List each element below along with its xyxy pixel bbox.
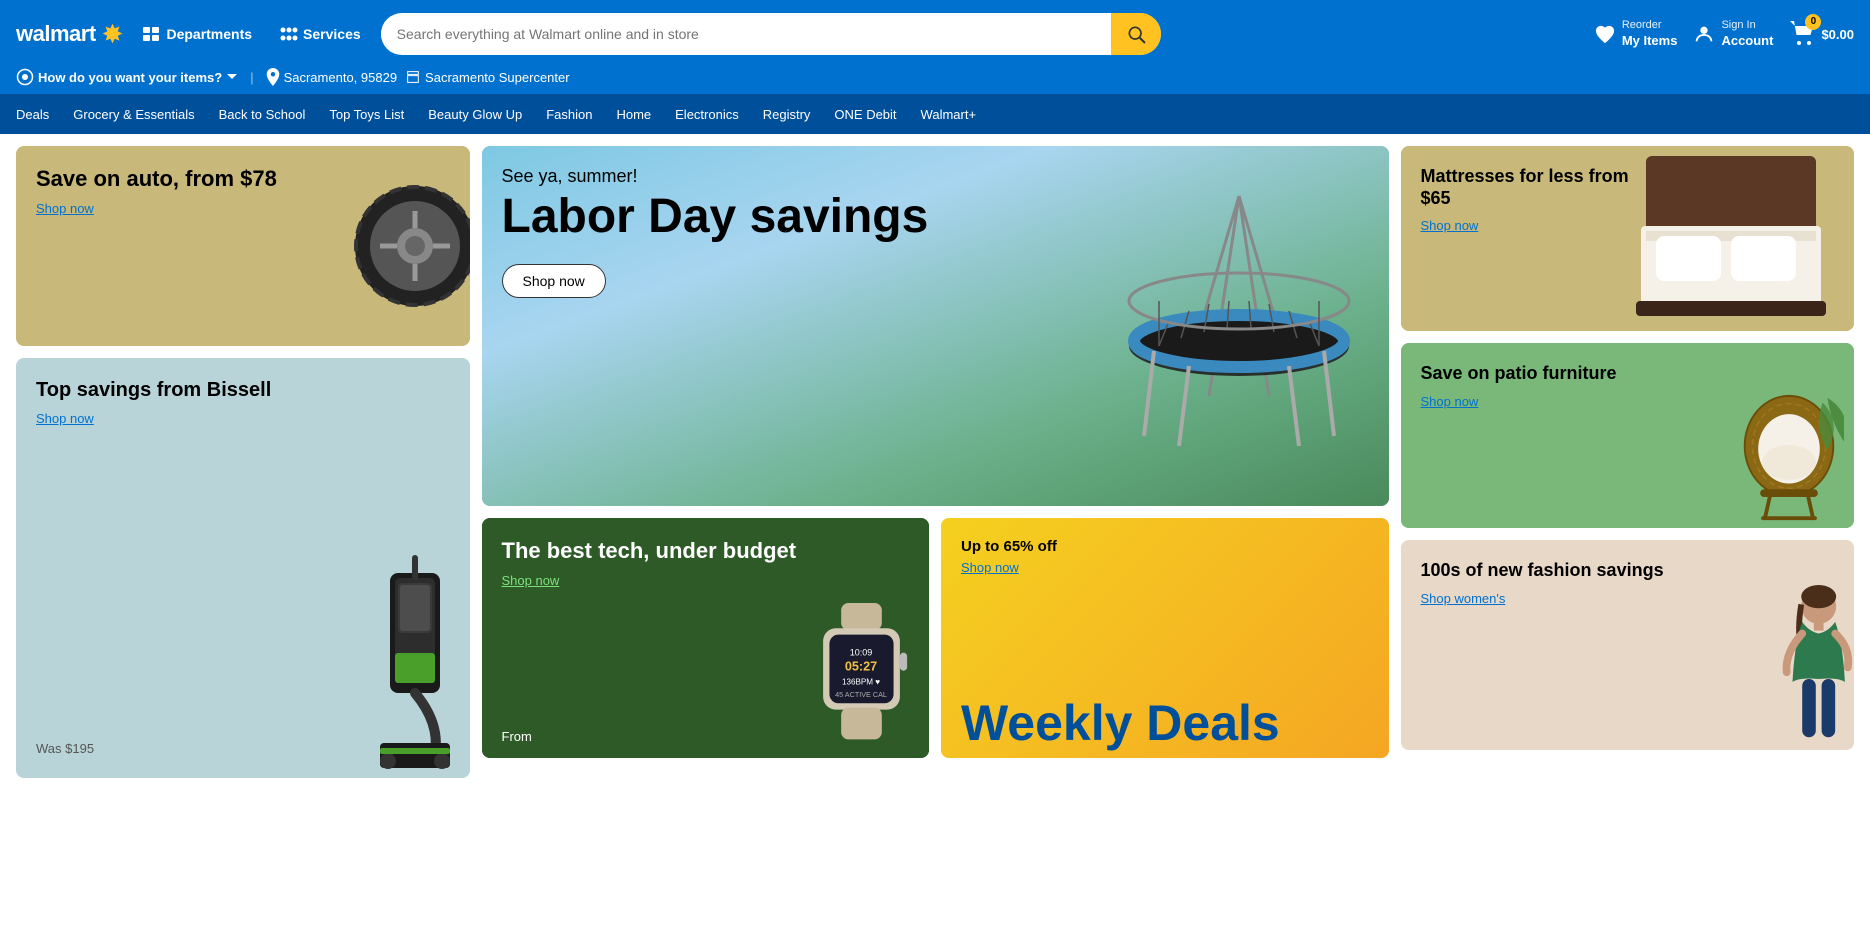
chevron-down-icon: [226, 73, 238, 81]
svg-text:136BPM ♥: 136BPM ♥: [842, 677, 880, 686]
services-button[interactable]: Services: [272, 26, 369, 42]
location-pin-icon: [266, 68, 280, 86]
nav-grocery[interactable]: Grocery & Essentials: [73, 107, 194, 122]
search-input[interactable]: [381, 16, 1111, 52]
mattress-image: [1636, 146, 1854, 331]
svg-text:10:09: 10:09: [850, 647, 873, 657]
logo[interactable]: walmart ✸: [16, 19, 123, 50]
bissell-promo-card[interactable]: Top savings from Bissell Shop now: [16, 358, 470, 778]
main-content: Save on auto, from $78 Shop now: [0, 134, 1870, 790]
tech-card[interactable]: The best tech, under budget Shop now: [482, 518, 930, 758]
labor-day-subtitle: See ya, summer!: [502, 166, 1369, 187]
auto-shop-now-link[interactable]: Shop now: [36, 201, 94, 216]
search-button[interactable]: [1111, 13, 1161, 55]
fashion-person-image: [1764, 585, 1854, 750]
search-icon: [1126, 24, 1146, 44]
patio-chair-image: [1734, 393, 1844, 528]
bissell-shop-now-link[interactable]: Shop now: [36, 411, 94, 426]
patio-title: Save on patio furniture: [1421, 363, 1669, 385]
mattress-card[interactable]: Mattresses for less from $65 Shop now: [1401, 146, 1855, 331]
subheader: How do you want your items? | Sacramento…: [0, 68, 1870, 94]
nav-registry[interactable]: Registry: [763, 107, 811, 122]
store-info[interactable]: Sacramento Supercenter: [405, 69, 570, 85]
center-column: See ya, summer! Labor Day savings Shop n…: [482, 146, 1389, 778]
nav-top-toys[interactable]: Top Toys List: [329, 107, 404, 122]
labor-day-title: Labor Day savings: [502, 191, 1369, 244]
right-column: Mattresses for less from $65 Shop now: [1401, 146, 1855, 778]
cart-button[interactable]: 0 $0.00: [1789, 20, 1854, 49]
weekly-big-text: Weekly Deals: [961, 698, 1379, 748]
nav-home[interactable]: Home: [616, 107, 651, 122]
left-column: Save on auto, from $78 Shop now: [16, 146, 470, 778]
fashion-shop-link[interactable]: Shop women's: [1421, 591, 1506, 606]
auto-promo-card[interactable]: Save on auto, from $78 Shop now: [16, 146, 470, 346]
patio-card[interactable]: Save on patio furniture Shop now: [1401, 343, 1855, 528]
center-bottom-row: The best tech, under budget Shop now: [482, 518, 1389, 758]
main-header: walmart ✸ Departments Services: [0, 0, 1870, 68]
nav-walmart-plus[interactable]: Walmart+: [921, 107, 977, 122]
vacuum-image: [360, 553, 470, 778]
watch-image: 10:09 05:27 136BPM ♥ 45 ACTIVE CAL: [804, 603, 919, 748]
departments-button[interactable]: Departments: [135, 26, 260, 42]
header-actions: Reorder My Items Sign In Account: [1594, 18, 1854, 49]
nav-fashion[interactable]: Fashion: [546, 107, 592, 122]
labor-day-shop-btn[interactable]: Shop now: [502, 264, 606, 298]
departments-grid-icon: [143, 27, 161, 41]
weekly-shop-link[interactable]: Shop now: [961, 560, 1019, 575]
bissell-promo-title: Top savings from Bissell: [36, 378, 450, 402]
fashion-title: 100s of new fashion savings: [1421, 560, 1669, 582]
nav-electronics[interactable]: Electronics: [675, 107, 739, 122]
signin-button[interactable]: Sign In Account: [1693, 18, 1773, 49]
heart-icon: [1594, 24, 1616, 44]
delivery-selector[interactable]: How do you want your items?: [16, 68, 238, 86]
store-icon: [405, 69, 421, 85]
location-info[interactable]: Sacramento, 95829: [266, 68, 397, 86]
services-grid-icon: [280, 27, 298, 41]
weekly-deals-card[interactable]: Up to 65% off Shop now Weekly Deals: [941, 518, 1389, 758]
tech-shop-link[interactable]: Shop now: [502, 573, 560, 588]
fashion-card[interactable]: 100s of new fashion savings Shop women's: [1401, 540, 1855, 750]
nav-back-to-school[interactable]: Back to School: [219, 107, 306, 122]
spark-icon: ✸: [102, 19, 124, 50]
category-navbar: Deals Grocery & Essentials Back to Schoo…: [0, 94, 1870, 134]
mattress-shop-link[interactable]: Shop now: [1421, 218, 1479, 233]
delivery-icon: [16, 68, 34, 86]
labor-day-card[interactable]: See ya, summer! Labor Day savings Shop n…: [482, 146, 1389, 506]
nav-one-debit[interactable]: ONE Debit: [834, 107, 896, 122]
logo-text: walmart: [16, 21, 96, 47]
person-icon: [1693, 23, 1715, 45]
search-bar: [381, 13, 1161, 55]
tire-image: [350, 181, 470, 311]
cart-badge: 0: [1805, 14, 1821, 30]
patio-shop-link[interactable]: Shop now: [1421, 394, 1479, 409]
weekly-discount: Up to 65% off: [961, 538, 1369, 555]
svg-text:45 ACTIVE CAL: 45 ACTIVE CAL: [835, 690, 887, 699]
mattress-title: Mattresses for less from $65: [1421, 166, 1648, 209]
svg-text:05:27: 05:27: [845, 660, 877, 674]
nav-beauty[interactable]: Beauty Glow Up: [428, 107, 522, 122]
nav-deals[interactable]: Deals: [16, 107, 49, 122]
tech-promo-title: The best tech, under budget: [502, 538, 910, 564]
reorder-button[interactable]: Reorder My Items: [1594, 18, 1678, 49]
bissell-was-price: Was $195: [36, 741, 94, 756]
